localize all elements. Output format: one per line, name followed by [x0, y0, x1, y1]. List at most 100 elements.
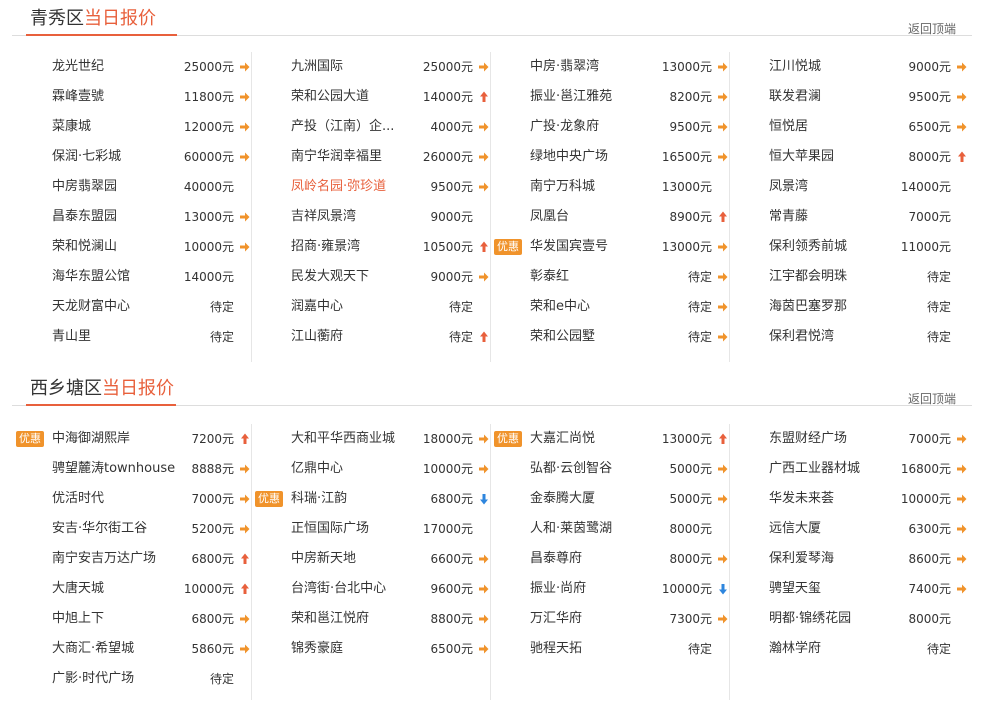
property-row[interactable]: 产投（江南）企... 4000元	[251, 112, 490, 142]
property-row[interactable]: 保利爱琴海 8600元	[729, 544, 968, 574]
property-row[interactable]: 正恒国际广场 17000元	[251, 514, 490, 544]
property-name-link[interactable]: 人和·莱茵鹭湖	[530, 514, 612, 544]
property-name-link[interactable]: 霖峰壹號	[52, 82, 104, 112]
property-name-link[interactable]: 荣和悦澜山	[52, 232, 117, 262]
property-name-link[interactable]: 广西工业器材城	[769, 454, 860, 484]
property-name-link[interactable]: 江山蘅府	[291, 322, 343, 352]
property-row[interactable]: 荣和公园大道 14000元	[251, 82, 490, 112]
property-row[interactable]: 华发未来荟 10000元	[729, 484, 968, 514]
property-name-link[interactable]: 保利领秀前城	[769, 232, 847, 262]
property-name-link[interactable]: 九洲国际	[291, 52, 343, 82]
property-row[interactable]: 江山蘅府 待定	[251, 322, 490, 352]
property-row[interactable]: 东盟财经广场 7000元	[729, 424, 968, 454]
property-name-link[interactable]: 荣和邕江悦府	[291, 604, 369, 634]
property-name-link[interactable]: 青山里	[52, 322, 91, 352]
property-name-link[interactable]: 驰程天拓	[530, 634, 582, 664]
property-row[interactable]: 昌泰东盟园 13000元	[12, 202, 251, 232]
property-name-link[interactable]: 菜康城	[52, 112, 91, 142]
property-name-link[interactable]: 民发大观天下	[291, 262, 369, 292]
property-row[interactable]: 联发君澜 9500元	[729, 82, 968, 112]
property-name-link[interactable]: 吉祥凤景湾	[291, 202, 356, 232]
property-name-link[interactable]: 龙光世纪	[52, 52, 104, 82]
property-name-link[interactable]: 荣和公园大道	[291, 82, 369, 112]
property-name-link[interactable]: 正恒国际广场	[291, 514, 369, 544]
property-row[interactable]: 弘都·云创智谷 5000元	[490, 454, 729, 484]
property-row[interactable]: 润嘉中心 待定	[251, 292, 490, 322]
property-name-link[interactable]: 华发未来荟	[769, 484, 834, 514]
property-row[interactable]: 菜康城 12000元	[12, 112, 251, 142]
property-row[interactable]: 中房新天地 6600元	[251, 544, 490, 574]
property-name-link[interactable]: 科瑞·江韵	[291, 484, 347, 514]
property-row[interactable]: 荣和e中心 待定	[490, 292, 729, 322]
property-row[interactable]: 广西工业器材城 16800元	[729, 454, 968, 484]
property-name-link[interactable]: 金泰腾大厦	[530, 484, 595, 514]
property-name-link[interactable]: 振业·尚府	[530, 574, 586, 604]
property-row[interactable]: 驰程天拓 待定	[490, 634, 729, 664]
property-row[interactable]: 凤景湾 14000元	[729, 172, 968, 202]
property-row[interactable]: 台湾街·台北中心 9600元	[251, 574, 490, 604]
property-row[interactable]: 江川悦城 9000元	[729, 52, 968, 82]
property-name-link[interactable]: 海茵巴塞罗那	[769, 292, 847, 322]
property-name-link[interactable]: 凤景湾	[769, 172, 808, 202]
property-row[interactable]: 万汇华府 7300元	[490, 604, 729, 634]
property-name-link[interactable]: 明都·锦绣花园	[769, 604, 851, 634]
property-name-link[interactable]: 中房新天地	[291, 544, 356, 574]
property-name-link[interactable]: 江宇都会明珠	[769, 262, 847, 292]
property-row[interactable]: 江宇都会明珠 待定	[729, 262, 968, 292]
property-row[interactable]: 金泰腾大厦 5000元	[490, 484, 729, 514]
property-row[interactable]: 凤岭名园·弥珍道 9500元	[251, 172, 490, 202]
property-row[interactable]: 优惠 大嘉汇尚悦 13000元	[490, 424, 729, 454]
property-name-link[interactable]: 天龙财富中心	[52, 292, 130, 322]
property-row[interactable]: 霖峰壹號 11800元	[12, 82, 251, 112]
property-row[interactable]: 昌泰尊府 8000元	[490, 544, 729, 574]
property-name-link[interactable]: 常青藤	[769, 202, 808, 232]
property-name-link[interactable]: 振业·邕江雅苑	[530, 82, 612, 112]
property-row[interactable]: 骋望麓涛townhouse 8888元	[12, 454, 251, 484]
property-row[interactable]: 中房翡翠园 40000元	[12, 172, 251, 202]
property-name-link[interactable]: 南宁万科城	[530, 172, 595, 202]
property-row[interactable]: 优活时代 7000元	[12, 484, 251, 514]
property-name-link[interactable]: 招商·雍景湾	[291, 232, 360, 262]
property-name-link[interactable]: 广影·时代广场	[52, 664, 134, 694]
property-name-link[interactable]: 昌泰尊府	[530, 544, 582, 574]
property-name-link[interactable]: 荣和e中心	[530, 292, 590, 322]
property-row[interactable]: 恒大苹果园 8000元	[729, 142, 968, 172]
property-name-link[interactable]: 亿鼎中心	[291, 454, 343, 484]
property-row[interactable]: 吉祥凤景湾 9000元	[251, 202, 490, 232]
property-name-link[interactable]: 弘都·云创智谷	[530, 454, 612, 484]
property-name-link[interactable]: 凤凰台	[530, 202, 569, 232]
property-name-link[interactable]: 彰泰红	[530, 262, 569, 292]
property-row[interactable]: 远信大厦 6300元	[729, 514, 968, 544]
property-name-link[interactable]: 凤岭名园·弥珍道	[291, 172, 386, 202]
property-name-link[interactable]: 保利爱琴海	[769, 544, 834, 574]
property-name-link[interactable]: 锦秀豪庭	[291, 634, 343, 664]
property-name-link[interactable]: 大商汇·希望城	[52, 634, 134, 664]
property-row[interactable]: 恒悦居 6500元	[729, 112, 968, 142]
property-row[interactable]: 海茵巴塞罗那 待定	[729, 292, 968, 322]
property-name-link[interactable]: 中房·翡翠湾	[530, 52, 599, 82]
property-name-link[interactable]: 华发国宾壹号	[530, 232, 608, 262]
property-row[interactable]: 南宁万科城 13000元	[490, 172, 729, 202]
property-name-link[interactable]: 远信大厦	[769, 514, 821, 544]
property-row[interactable]: 荣和公园墅 待定	[490, 322, 729, 352]
property-row[interactable]: 南宁安吉万达广场 6800元	[12, 544, 251, 574]
property-row[interactable]: 大和平华西商业城 18000元	[251, 424, 490, 454]
property-name-link[interactable]: 安吉·华尔街工谷	[52, 514, 147, 544]
property-row[interactable]: 荣和邕江悦府 8800元	[251, 604, 490, 634]
property-row[interactable]: 南宁华润幸福里 26000元	[251, 142, 490, 172]
property-row[interactable]: 优惠 科瑞·江韵 6800元	[251, 484, 490, 514]
property-row[interactable]: 锦秀豪庭 6500元	[251, 634, 490, 664]
property-name-link[interactable]: 骋望天玺	[769, 574, 821, 604]
property-row[interactable]: 大唐天城 10000元	[12, 574, 251, 604]
property-row[interactable]: 亿鼎中心 10000元	[251, 454, 490, 484]
property-name-link[interactable]: 联发君澜	[769, 82, 821, 112]
property-name-link[interactable]: 万汇华府	[530, 604, 582, 634]
property-row[interactable]: 常青藤 7000元	[729, 202, 968, 232]
property-name-link[interactable]: 广投·龙象府	[530, 112, 599, 142]
property-row[interactable]: 中旭上下 6800元	[12, 604, 251, 634]
back-to-top-link[interactable]: 返回顶端	[908, 20, 956, 37]
property-row[interactable]: 保利君悦湾 待定	[729, 322, 968, 352]
property-name-link[interactable]: 江川悦城	[769, 52, 821, 82]
property-name-link[interactable]: 大和平华西商业城	[291, 424, 395, 454]
property-name-link[interactable]: 南宁华润幸福里	[291, 142, 382, 172]
